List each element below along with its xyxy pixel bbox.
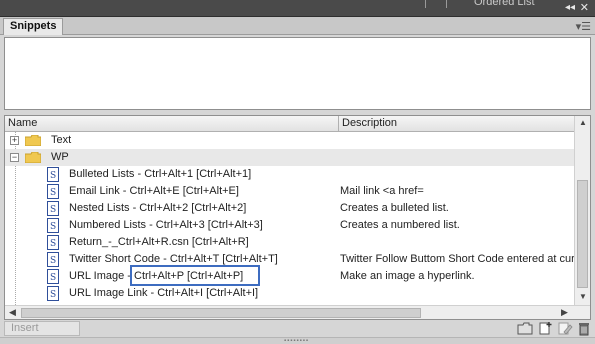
tree-rows: + Text − WP S Bulleted Lists - Ctrl+Alt+… xyxy=(5,132,574,305)
snippet-file-icon: S xyxy=(47,286,59,301)
snippet-row[interactable]: S Bulleted Lists - Ctrl+Alt+1 [Ctrl+Alt+… xyxy=(5,166,574,183)
column-header-description[interactable]: Description xyxy=(339,116,574,132)
column-header: Name Description xyxy=(5,116,574,132)
snippet-file-icon: S xyxy=(47,201,59,216)
svg-text:S: S xyxy=(50,290,56,300)
horizontal-scrollbar[interactable]: ◀ ▶ xyxy=(5,305,590,319)
snippet-file-icon: S xyxy=(47,235,59,250)
snippet-name: Numbered Lists - Ctrl+Alt+3 [Ctrl+Alt+3] xyxy=(69,219,263,231)
collapse-panel-icon[interactable]: ◂◂ xyxy=(565,2,575,13)
snippet-row[interactable]: S Nested Lists - Ctrl+Alt+2 [Ctrl+Alt+2]… xyxy=(5,200,574,217)
snippet-file-icon: S xyxy=(47,269,59,284)
insert-button[interactable]: Insert xyxy=(4,321,80,336)
edit-snippet-icon[interactable] xyxy=(557,321,573,336)
grip-dots-icon: ▪▪▪▪▪▪▪▪ xyxy=(284,338,310,344)
snippet-description: Make an image a hyperlink. xyxy=(340,270,475,282)
snippet-name: Twitter Short Code - Ctrl+Alt+T [Ctrl+Al… xyxy=(69,253,278,265)
divider xyxy=(446,0,447,8)
annotation-highlight-box xyxy=(130,265,260,286)
snippet-file-icon: S xyxy=(47,167,59,182)
svg-text:S: S xyxy=(50,239,56,249)
expand-icon[interactable]: + xyxy=(10,136,19,145)
snippet-description: Creates a bulleted list. xyxy=(340,202,449,214)
bottom-toolbar: Insert xyxy=(0,320,595,337)
close-icon[interactable]: ✕ xyxy=(580,1,589,14)
svg-text:S: S xyxy=(50,222,56,232)
svg-text:S: S xyxy=(50,188,56,198)
folder-open-icon xyxy=(25,152,41,163)
scroll-up-icon[interactable]: ▲ xyxy=(579,118,587,127)
panel-titlebar: Ordered List ◂◂ ✕ xyxy=(0,0,595,17)
new-snippet-icon[interactable] xyxy=(537,321,553,336)
snippet-description: Creates a numbered list. xyxy=(340,219,460,231)
scroll-down-icon[interactable]: ▼ xyxy=(579,292,587,301)
panel-tab-row: Snippets ▾☰ xyxy=(0,17,595,35)
snippet-preview-pane xyxy=(4,37,591,110)
snippet-row[interactable]: S Numbered Lists - Ctrl+Alt+3 [Ctrl+Alt+… xyxy=(5,217,574,234)
svg-text:S: S xyxy=(50,171,56,181)
snippet-name: Return_-_Ctrl+Alt+R.csn [Ctrl+Alt+R] xyxy=(69,236,249,248)
snippet-row[interactable]: S Return_-_Ctrl+Alt+R.csn [Ctrl+Alt+R] xyxy=(5,234,574,251)
scroll-right-icon[interactable]: ▶ xyxy=(561,307,568,318)
collapse-icon[interactable]: − xyxy=(10,153,19,162)
new-folder-icon[interactable] xyxy=(517,321,533,336)
snippet-description: Mail link <a href= xyxy=(340,185,424,197)
delete-icon[interactable] xyxy=(576,321,592,336)
folder-row-wp[interactable]: − WP xyxy=(5,149,574,166)
scroll-thumb[interactable] xyxy=(577,180,588,288)
vertical-scrollbar[interactable]: ▲ ▼ xyxy=(574,116,590,305)
svg-text:S: S xyxy=(50,273,56,283)
scroll-thumb[interactable] xyxy=(21,308,421,318)
snippet-row[interactable]: S Email Link - Ctrl+Alt+E [Ctrl+Alt+E] M… xyxy=(5,183,574,200)
snippet-row[interactable]: S URL Image - Ctrl+Alt+P [Ctrl+Alt+P] Ma… xyxy=(5,268,574,285)
tab-snippets[interactable]: Snippets xyxy=(3,18,64,35)
snippet-row[interactable]: S URL Image Link - Ctrl+Alt+I [Ctrl+Alt+… xyxy=(5,285,574,302)
snippets-list: Name Description + Text − WP S Bulleted … xyxy=(4,115,591,320)
svg-text:S: S xyxy=(50,205,56,215)
snippet-file-icon: S xyxy=(47,184,59,199)
snippet-row[interactable]: S Twitter Short Code - Ctrl+Alt+T [Ctrl+… xyxy=(5,251,574,268)
resize-grip[interactable]: ▪▪▪▪▪▪▪▪ xyxy=(0,337,595,344)
folder-icon xyxy=(25,135,41,146)
snippet-name: URL Image Link - Ctrl+Alt+I [Ctrl+Alt+I] xyxy=(69,287,259,299)
panel-menu-icon[interactable]: ▾☰ xyxy=(576,20,591,33)
folder-label: WP xyxy=(51,151,69,163)
folder-row-text[interactable]: + Text xyxy=(5,132,574,149)
snippet-description: Twitter Follow Buttom Short Code entered… xyxy=(340,253,574,265)
svg-text:S: S xyxy=(50,256,56,266)
scroll-left-icon[interactable]: ◀ xyxy=(9,307,16,318)
background-panel-label: Ordered List xyxy=(474,0,535,8)
snippet-name: Nested Lists - Ctrl+Alt+2 [Ctrl+Alt+2] xyxy=(69,202,247,214)
column-header-name[interactable]: Name xyxy=(5,116,339,132)
snippet-name: Email Link - Ctrl+Alt+E [Ctrl+Alt+E] xyxy=(69,185,239,197)
snippet-name: Bulleted Lists - Ctrl+Alt+1 [Ctrl+Alt+1] xyxy=(69,168,252,180)
folder-label: Text xyxy=(51,134,72,146)
snippet-file-icon: S xyxy=(47,252,59,267)
snippet-file-icon: S xyxy=(47,218,59,233)
divider xyxy=(425,0,426,8)
